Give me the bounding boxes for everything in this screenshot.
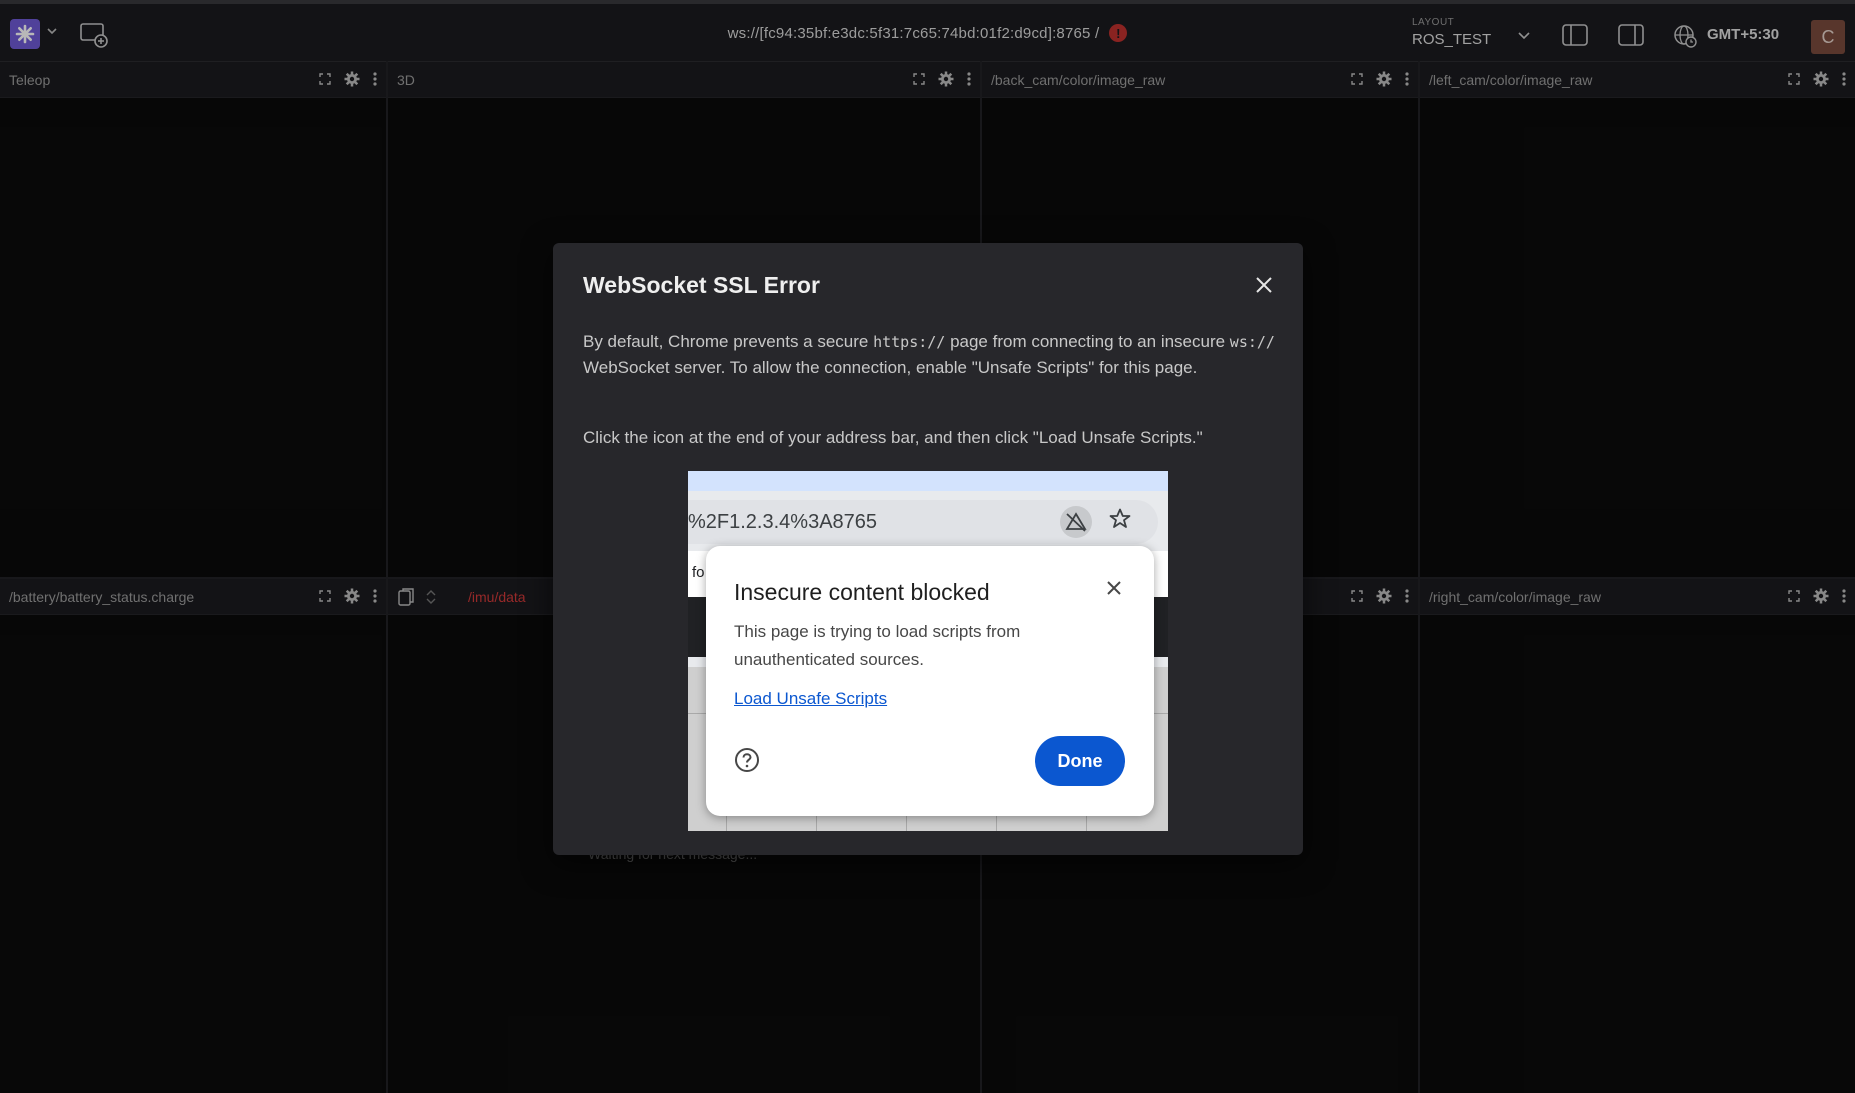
dialog-instruction: Click the icon at the end of your addres… <box>583 428 1203 447</box>
illustration-url-text: %2F1.2.3.4%3A8765 <box>688 511 878 533</box>
close-icon[interactable] <box>1255 276 1273 299</box>
code-ws: ws:// <box>1229 333 1275 351</box>
help-icon <box>734 747 760 778</box>
paragraph-text: WebSocket server. To allow the connectio… <box>583 358 1198 377</box>
popup-title: Insecure content blocked <box>734 579 990 605</box>
popup-body: This page is trying to load scripts from… <box>734 622 1021 669</box>
blocked-content-icon <box>1060 506 1092 538</box>
star-icon <box>1108 507 1132 536</box>
insecure-content-popup: Insecure content blocked This page is tr… <box>706 546 1154 816</box>
paragraph-text: By default, Chrome prevents a secure <box>583 332 874 351</box>
done-button: Done <box>1035 736 1125 786</box>
code-https: https:// <box>873 333 946 351</box>
close-icon <box>1106 580 1122 601</box>
illustration-tab-strip <box>688 471 1168 491</box>
dialog-title: WebSocket SSL Error <box>583 272 820 298</box>
dialog-paragraph: By default, Chrome prevents a secure htt… <box>583 329 1283 381</box>
paragraph-text: page from connecting to an insecure <box>945 332 1230 351</box>
illustration-partial-text: fo <box>692 564 705 581</box>
load-unsafe-scripts-link: Load Unsafe Scripts <box>734 689 888 708</box>
